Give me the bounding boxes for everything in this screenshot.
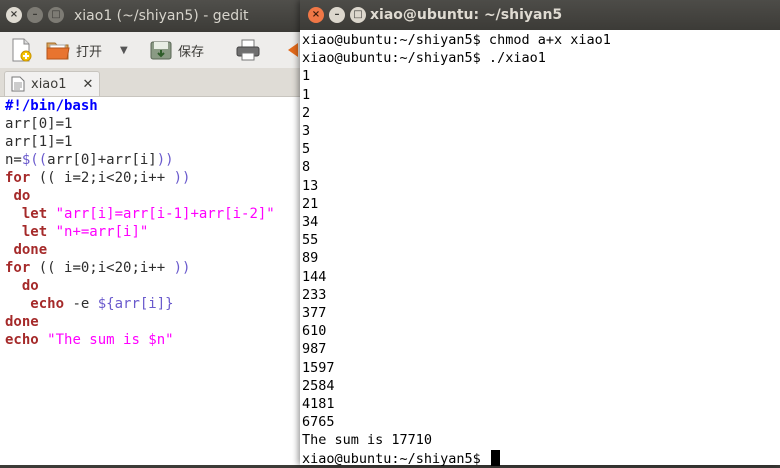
save-label: 保存 [178, 44, 205, 60]
minimize-icon[interactable]: – [329, 7, 345, 23]
code-line: #!/bin/bash [5, 98, 98, 114]
gedit-titlebar[interactable]: × – □ xiao1 (~/shiyan5) - gedit [0, 0, 330, 32]
terminal-line: 34 [302, 214, 319, 231]
print-icon [236, 39, 260, 61]
code-line: for (( i=2;i<20;i++ )) [5, 170, 191, 186]
new-document-icon [12, 38, 32, 62]
save-button[interactable]: 保存 [150, 36, 204, 64]
dropdown-arrow-icon[interactable]: ▼ [120, 36, 128, 64]
save-icon [150, 41, 172, 60]
terminal-line: 4181 [302, 396, 335, 413]
code-line: done [5, 314, 39, 330]
terminal-line: 13 [302, 177, 319, 194]
code-line: arr[1]=1 [5, 134, 73, 150]
maximize-icon[interactable]: □ [48, 7, 64, 23]
terminal-line: 55 [302, 232, 319, 249]
tab-xiao1[interactable]: xiao1 ✕ [4, 71, 100, 96]
tab-label: xiao1 [31, 76, 67, 92]
text-editor[interactable]: #!/bin/bash arr[0]=1 arr[1]=1 n=$((arr[0]+a… [0, 97, 330, 465]
terminal-line: 89 [302, 250, 319, 267]
terminal-window: × – □ xiao@ubuntu: ~/shiyan5 xiao@ubuntu… [300, 0, 780, 468]
terminal-line: 2 [302, 104, 311, 121]
code-line: for (( i=0;i<20;i++ )) [5, 260, 191, 276]
minimize-icon[interactable]: – [27, 7, 43, 23]
terminal-line: 987 [302, 341, 327, 358]
terminal-line: xiao@ubuntu:~/shiyan5$ chmod a+x xiao1 [302, 32, 611, 48]
terminal-line: 1597 [302, 359, 335, 376]
text-document-icon [11, 76, 25, 92]
terminal-line: 144 [302, 268, 327, 285]
gedit-window: × – □ xiao1 (~/shiyan5) - gedit 打开 ▼ 保存 … [0, 0, 330, 465]
code-line: echo "The sum is $n" [5, 332, 174, 348]
print-button[interactable] [236, 36, 260, 64]
terminal-line: 233 [302, 286, 327, 303]
code-line: done [13, 242, 48, 258]
terminal-line: 5 [302, 141, 311, 158]
terminal-line: 6765 [302, 414, 335, 431]
window-title: xiao1 (~/shiyan5) - gedit [74, 8, 249, 24]
code-line: let "n+=arr[i]" [21, 224, 149, 240]
close-icon[interactable]: × [6, 7, 22, 23]
window-title: xiao@ubuntu: ~/shiyan5 [370, 7, 563, 23]
close-tab-icon[interactable]: ✕ [83, 77, 94, 92]
code-line: let "arr[i]=arr[i-1]+arr[i-2]" [21, 206, 275, 222]
open-button[interactable]: 打开 [46, 36, 102, 64]
terminal-line: 610 [302, 323, 327, 340]
code-line: do [13, 188, 31, 204]
terminal-line: 1 [302, 86, 311, 103]
terminal-line: The sum is 17710 [302, 432, 433, 449]
terminal-line: 3 [302, 123, 311, 140]
open-folder-icon [46, 42, 70, 60]
terminal-titlebar[interactable]: × – □ xiao@ubuntu: ~/shiyan5 [300, 0, 780, 30]
prompt-text: xiao@ubuntu:~/shiyan5$ [302, 450, 489, 467]
terminal-prompt[interactable]: xiao@ubuntu:~/shiyan5$ [302, 449, 611, 468]
maximize-icon[interactable]: □ [350, 7, 366, 23]
gedit-toolbar: 打开 ▼ 保存 [0, 32, 330, 68]
terminal-line: 21 [302, 195, 319, 212]
code-line: do [21, 278, 39, 294]
terminal-line: xiao@ubuntu:~/shiyan5$ ./xiao1 [302, 50, 546, 67]
code-line: arr[0]=1 [5, 116, 73, 132]
open-label: 打开 [76, 44, 103, 60]
code-line: n=$((arr[0]+arr[i])) [5, 152, 174, 168]
terminal-output[interactable]: xiao@ubuntu:~/shiyan5$ chmod a+x xiao1 xi… [302, 31, 611, 468]
text-cursor [490, 449, 500, 466]
new-button[interactable] [10, 36, 32, 64]
code-line: echo -e ${arr[i]} [30, 296, 174, 312]
terminal-line: 8 [302, 159, 311, 176]
tab-bar: xiao1 ✕ [0, 68, 330, 97]
close-icon[interactable]: × [308, 7, 324, 23]
terminal-line: 377 [302, 305, 327, 322]
terminal-line: 1 [302, 68, 311, 85]
terminal-line: 2584 [302, 377, 335, 394]
code-content: #!/bin/bash arr[0]=1 arr[1]=1 n=$((arr[0]+a… [5, 97, 275, 349]
